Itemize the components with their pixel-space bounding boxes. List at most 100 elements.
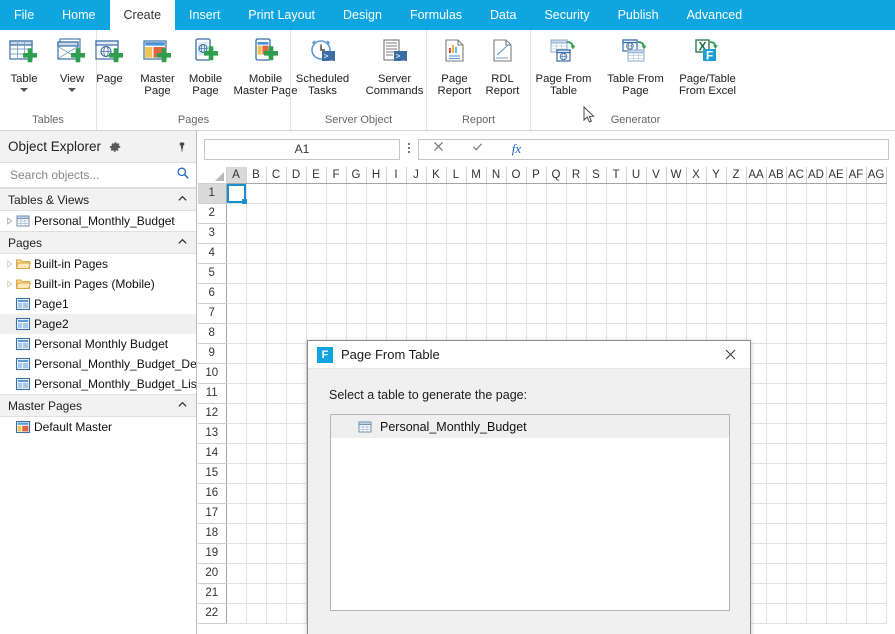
cell-AD20[interactable] [806,563,827,584]
cell-Z1[interactable] [726,183,747,204]
cell-F2[interactable] [326,203,347,224]
cell-AF5[interactable] [846,263,867,284]
cell-AG18[interactable] [866,523,887,544]
cell-AG2[interactable] [866,203,887,224]
cell-D14[interactable] [286,443,307,464]
cell-R5[interactable] [566,263,587,284]
cell-D19[interactable] [286,543,307,564]
cell-F1[interactable] [326,183,347,204]
row-header-2[interactable]: 2 [198,203,227,224]
row-header-18[interactable]: 18 [198,523,227,544]
cell-AE3[interactable] [826,223,847,244]
cell-E4[interactable] [306,243,327,264]
cell-U3[interactable] [626,223,647,244]
column-header-AF[interactable]: AF [846,167,867,184]
column-header-U[interactable]: U [626,167,647,184]
column-header-AG[interactable]: AG [866,167,887,184]
cell-AC18[interactable] [786,523,807,544]
cell-C17[interactable] [266,503,287,524]
cell-AC4[interactable] [786,243,807,264]
cell-D22[interactable] [286,603,307,624]
cell-AC17[interactable] [786,503,807,524]
server-commands-button[interactable]: >_ Server Commands [359,34,431,97]
cell-F4[interactable] [326,243,347,264]
cell-X7[interactable] [686,303,707,324]
cell-F3[interactable] [326,223,347,244]
cell-P1[interactable] [526,183,547,204]
cell-O3[interactable] [506,223,527,244]
cell-B22[interactable] [246,603,267,624]
scheduled-tasks-button[interactable]: >_ Scheduled Tasks [287,34,359,97]
cell-V7[interactable] [646,303,667,324]
cell-AC13[interactable] [786,423,807,444]
search-objects-field[interactable] [0,163,196,188]
cell-S6[interactable] [586,283,607,304]
cell-Z3[interactable] [726,223,747,244]
cell-L7[interactable] [446,303,467,324]
cell-AF16[interactable] [846,483,867,504]
cell-AD5[interactable] [806,263,827,284]
page-from-table-button[interactable]: Page From Table [528,34,600,97]
cell-B9[interactable] [246,343,267,364]
cell-L4[interactable] [446,243,467,264]
new-page-button[interactable]: Page [86,34,134,85]
sidebar-item-personal-monthly-budget-list[interactable]: Personal_Monthly_Budget_Lis [0,374,196,394]
new-mobile-page-button[interactable]: Mobile Page [182,34,230,97]
cell-C18[interactable] [266,523,287,544]
cell-H6[interactable] [366,283,387,304]
cell-AG11[interactable] [866,383,887,404]
expander-triangle-icon[interactable] [4,260,15,268]
cell-L3[interactable] [446,223,467,244]
column-header-X[interactable]: X [686,167,707,184]
ribbon-tab-advanced[interactable]: Advanced [673,0,757,30]
row-header-17[interactable]: 17 [198,503,227,524]
cell-AE20[interactable] [826,563,847,584]
column-header-Y[interactable]: Y [706,167,727,184]
cell-A22[interactable] [226,603,247,624]
name-box[interactable]: A1 [204,138,400,160]
cell-P7[interactable] [526,303,547,324]
row-header-9[interactable]: 9 [198,343,227,364]
cell-AE13[interactable] [826,423,847,444]
cell-U7[interactable] [626,303,647,324]
column-header-AD[interactable]: AD [806,167,827,184]
cell-U5[interactable] [626,263,647,284]
cell-S2[interactable] [586,203,607,224]
cell-K5[interactable] [426,263,447,284]
cell-C22[interactable] [266,603,287,624]
cell-C7[interactable] [266,303,287,324]
cell-O5[interactable] [506,263,527,284]
cell-AG5[interactable] [866,263,887,284]
cell-AD19[interactable] [806,543,827,564]
cell-AF9[interactable] [846,343,867,364]
column-header-J[interactable]: J [406,167,427,184]
cell-E7[interactable] [306,303,327,324]
cell-X5[interactable] [686,263,707,284]
column-header-D[interactable]: D [286,167,307,184]
cell-B6[interactable] [246,283,267,304]
ribbon-tab-home[interactable]: Home [48,0,109,30]
cell-AA3[interactable] [746,223,767,244]
cell-AD7[interactable] [806,303,827,324]
column-header-M[interactable]: M [466,167,487,184]
cell-M6[interactable] [466,283,487,304]
cell-T6[interactable] [606,283,627,304]
cell-B7[interactable] [246,303,267,324]
sidebar-item-default-master[interactable]: Default Master [0,417,196,437]
column-header-P[interactable]: P [526,167,547,184]
cell-A18[interactable] [226,523,247,544]
table-from-page-button[interactable]: Table From Page [600,34,672,97]
cell-S5[interactable] [586,263,607,284]
cell-H4[interactable] [366,243,387,264]
column-header-K[interactable]: K [426,167,447,184]
cell-Q6[interactable] [546,283,567,304]
cell-D5[interactable] [286,263,307,284]
cell-L1[interactable] [446,183,467,204]
column-header-L[interactable]: L [446,167,467,184]
cell-R7[interactable] [566,303,587,324]
cell-AD10[interactable] [806,363,827,384]
column-header-AC[interactable]: AC [786,167,807,184]
cell-AE18[interactable] [826,523,847,544]
cell-AD15[interactable] [806,463,827,484]
cell-Q2[interactable] [546,203,567,224]
